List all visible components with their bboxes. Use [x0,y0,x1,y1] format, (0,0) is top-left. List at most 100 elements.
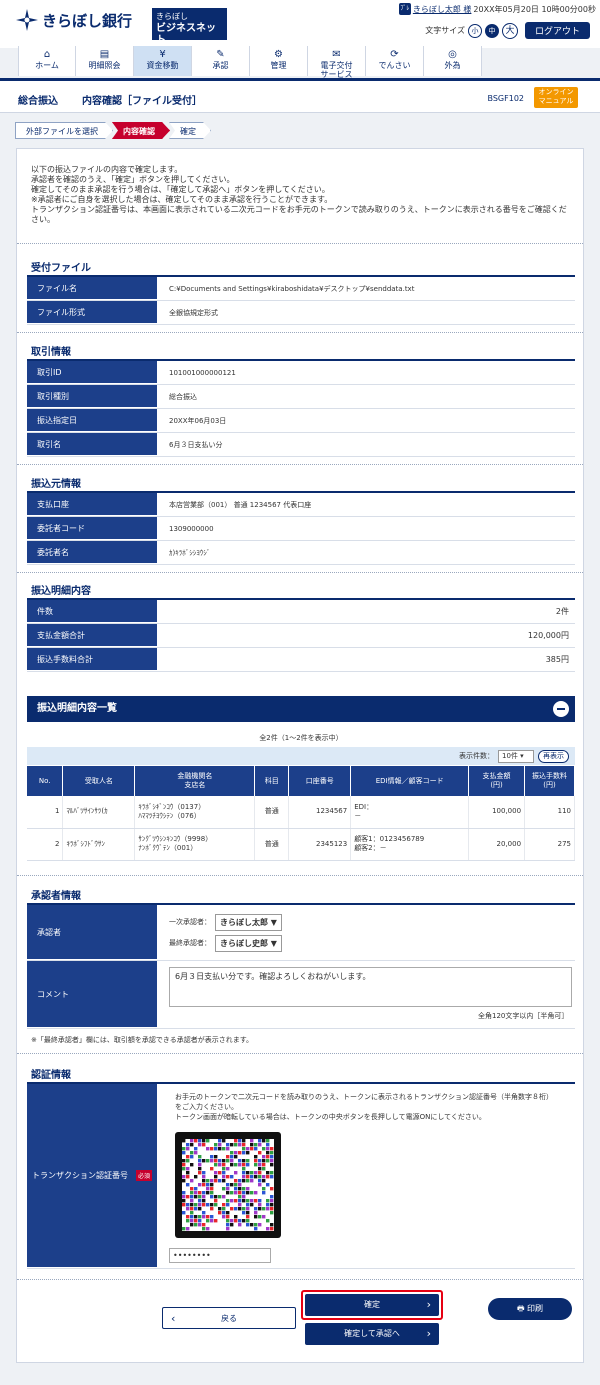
auth-section-title: 認証情報 [31,1070,71,1081]
total-fee-row: 振込手数料合計 385円 [27,648,575,672]
section-divider [17,572,583,573]
densai-icon: ⟳ [390,49,399,60]
first-approver-label: 一次承認者： [169,918,211,926]
auth-description: お手元のトークンで二次元コードを読み取りのうえ、トークンに表示されるトランザクシ… [175,1093,553,1121]
source-section-title: 振込元情報 [31,479,81,490]
final-approver-label: 最終承認者： [169,939,211,947]
payment-account-row: 支払口座 本店営業部（001） 普通 1234567 代表口座 [27,493,575,517]
transaction-section-title: 取引情報 [31,347,71,358]
col-type: 科目 [254,766,290,796]
service-name-line2: ビジネスネット [156,23,216,46]
font-size-medium-button[interactable]: 中 [484,23,499,38]
chevron-right-icon: › [426,1327,431,1340]
approver-row: 承認者 一次承認者： きらぼし太郎 ▼ 最終承認者： きらぼし史郎 ▼ [27,905,575,961]
consignor-name-row: 委託者名 ｶ)ｷﾗﾎﾞｼｼﾖｳｼﾞ [27,541,575,565]
table-row: 2 ｷﾗﾎﾞｼﾌﾄﾞｳｻﾝ ｻﾝｸﾞﾂｳｼﾝｷﾝｺｳ（9998） ﾅﾝﾎﾞｸｳﾞﾃ… [27,828,575,861]
transaction-id-row: 取引ID 101001000000121 [27,361,575,385]
logout-button[interactable]: ログアウト [524,22,590,39]
col-fee: 振込手数料 (円) [524,766,575,796]
progress-steps: 外部ファイルを選択 内容確認 確定 [15,122,210,139]
screen-id: BSGF102 [487,94,525,103]
file-section-title: 受付ファイル [31,263,91,274]
col-no: No. [27,766,64,796]
display-count-select[interactable]: 10件 ▾ [498,749,534,763]
section-divider [17,1053,583,1054]
qr-code-graphic [182,1139,274,1231]
section-divider [17,464,583,465]
chevron-left-icon: ‹ [171,1312,176,1325]
nav-fund-transfer[interactable]: ¥ 資金移動 [134,46,192,76]
total-amount-row: 支払金額合計 120,000円 [27,624,575,648]
nav-foreign-exchange[interactable]: ◎ 外為 [424,46,482,76]
mail-icon: ✉ [332,49,341,60]
global-nav: ⌂ ホーム ▤ 明細照会 ¥ 資金移動 ✎ 承認 ⚙ 管理 ✉ 電子交付 サービス ⟳ でんさい… [18,46,482,79]
collapse-icon[interactable] [553,701,569,717]
print-button[interactable]: 🖶 印刷 [488,1298,572,1320]
table-row: 1 ﾏﾙﾊﾞﾂｻｲﾝｻﾂ(ｶ ｷﾗﾎﾞｼｷﾞﾝｺｳ（0137） ﾊﾏﾏﾂﾁﾖｳｼﾃ… [27,796,575,829]
col-bank: 金融機関名 支店名 [134,766,256,796]
nav-home[interactable]: ⌂ ホーム [18,46,76,76]
consignor-code-row: 委託者コード 1309000000 [27,517,575,541]
font-size-small-button[interactable]: 小 [467,23,482,38]
kiraboshi-star-logo-icon [16,9,38,31]
service-name-line1: きらぼし [156,12,188,21]
step-finalize: 確定 [169,122,211,139]
font-size-label: 文字サイズ [425,26,465,35]
auth-label: トランザクション認証番号 [31,1171,128,1180]
detail-list-title: 振込明細内容一覧 [37,703,117,714]
globe-icon: ◎ [448,49,457,60]
online-manual-button[interactable]: オンライン マニュアル [534,87,578,108]
page-category: 総合振込 [18,96,58,107]
file-format-row: ファイル形式 全銀協規定形式 [27,301,575,325]
nav-densai[interactable]: ⟳ でんさい [366,46,424,76]
header: きらぼし銀行 きらぼし ビジネスネット ﾌﾟﾚ きらぼし太郎 様 20XX年05… [0,0,600,48]
comment-textarea[interactable]: 6月３日支払い分です。確認よろしくおねがいします。 [169,967,572,1007]
approve-icon: ✎ [216,49,225,60]
confirm-button-highlight [301,1290,443,1320]
section-divider [17,1279,583,1280]
section-divider [17,332,583,333]
document-icon: ▤ [99,49,110,60]
first-approver-select[interactable]: きらぼし太郎 ▼ [215,913,282,931]
nav-approval[interactable]: ✎ 承認 [192,46,250,76]
font-size-controls: 文字サイズ 小 中 大 ログアウト [425,22,590,39]
back-button[interactable]: ‹ 戻る [162,1307,296,1329]
col-amount: 支払金額 (円) [468,766,526,796]
yen-icon: ¥ [159,49,166,60]
nav-statement[interactable]: ▤ 明細照会 [76,46,134,76]
section-divider [17,875,583,876]
col-account: 口座番号 [288,766,352,796]
required-badge: 必須 [135,1170,152,1181]
step-confirm-content: 内容確認 [112,122,170,139]
transaction-type-row: 取引種別 総合振込 [27,385,575,409]
final-approver-select[interactable]: きらぼし史郎 ▼ [215,934,282,952]
qr-code [175,1132,281,1238]
detail-section-title: 振込明細内容 [31,586,91,597]
transaction-auth-input[interactable]: •••••••• [169,1248,271,1263]
confirm-and-approve-button[interactable]: 確定して承認へ › [305,1323,439,1345]
approver-note: ※「最終承認者」欄には、取引額を承認できる承認者が表示されます。 [31,1036,254,1044]
printer-icon: 🖶 [516,1304,528,1313]
title-bar: 総合振込 内容確認［ファイル受付］ BSGF102 オンライン マニュアル [0,81,600,113]
nav-e-delivery[interactable]: ✉ 電子交付 サービス [308,46,366,79]
redisplay-button[interactable]: 再表示 [538,749,569,763]
col-payee: 受取人名 [62,766,136,796]
home-icon: ⌂ [43,49,51,60]
section-divider [17,243,583,244]
font-size-large-button[interactable]: 大 [501,22,518,39]
nav-management[interactable]: ⚙ 管理 [250,46,308,76]
user-info: ﾌﾟﾚ きらぼし太郎 様 20XX年05月20日 10時00分00秒 [398,3,596,15]
user-name-link[interactable]: きらぼし太郎 様 [413,4,472,15]
bank-name[interactable]: きらぼし銀行 [42,10,132,31]
service-name-badge: きらぼし ビジネスネット [152,8,227,46]
approver-section-title: 承認者情報 [31,891,81,902]
display-count-bar: 表示件数： 10件 ▾ 再表示 [27,747,575,765]
detail-list-accordion[interactable]: 振込明細内容一覧 [27,696,575,722]
transfer-date-row: 振込指定日 20XX年06月03日 [27,409,575,433]
transfer-detail-table: No. 受取人名 金融機関名 支店名 科目 口座番号 EDI情報／顧客コード 支払… [27,766,575,861]
col-edi: EDI情報／顧客コード [350,766,470,796]
transaction-name-row: 取引名 6月３日支払い分 [27,433,575,457]
list-count: 全2件（1～2件を表示中） [259,734,343,742]
login-datetime: 20XX年05月20日 10時00分00秒 [473,4,596,14]
file-name-row: ファイル名 C:¥Documents and Settings¥kiraboshi… [27,277,575,301]
